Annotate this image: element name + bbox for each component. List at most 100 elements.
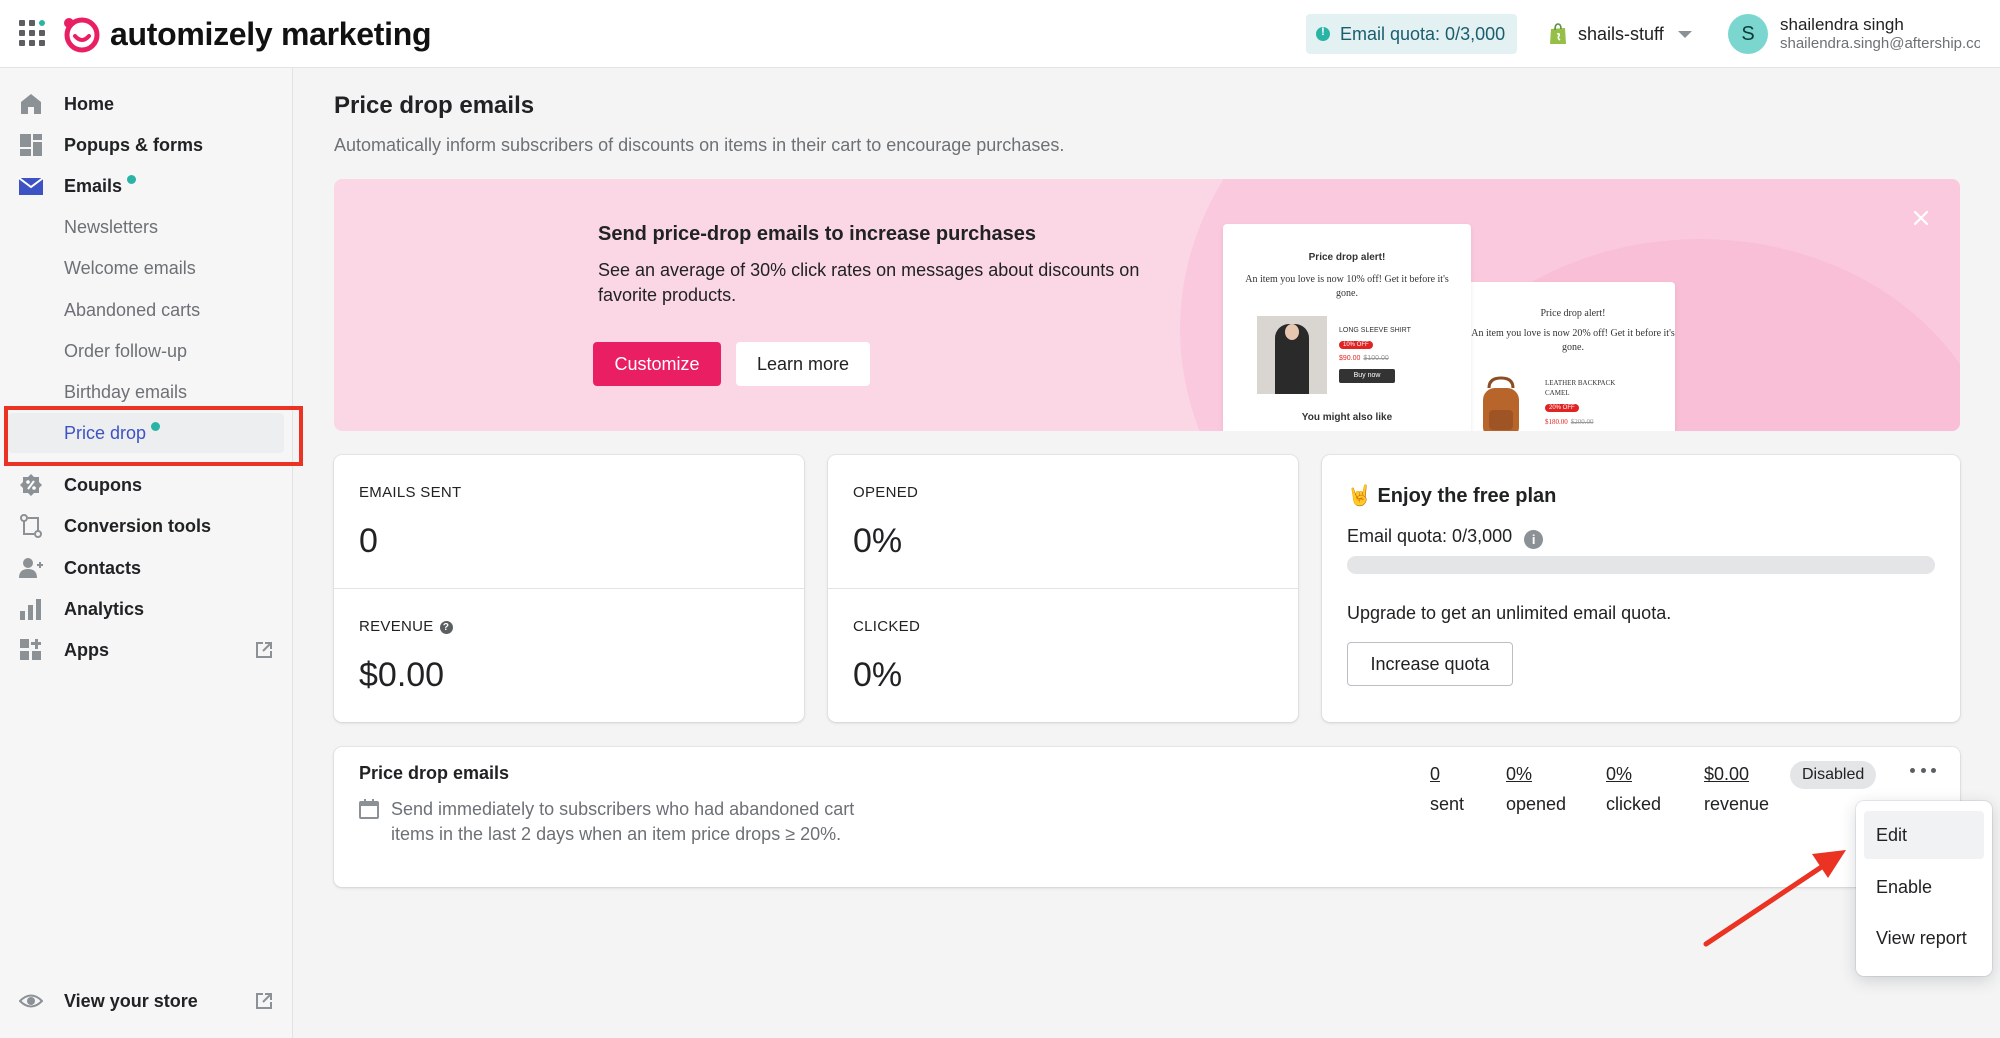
preview-text: An item you love is now 20% off! Get it … — [1471, 328, 1675, 353]
page-title: Price drop emails — [334, 92, 535, 119]
sidebar-item-apps[interactable]: Apps — [0, 632, 293, 668]
external-link-icon — [256, 993, 272, 1009]
sidebar-item-emails[interactable]: Emails — [0, 168, 293, 204]
preview-buy-button: Buy now — [1339, 369, 1395, 383]
clicked-label: CLICKED — [853, 618, 921, 635]
stats-card-opened-clicked: OPENED 0% CLICKED 0% — [828, 455, 1298, 722]
metric-value[interactable]: 0% — [1606, 763, 1661, 785]
sidebar-item-contacts[interactable]: Contacts — [0, 550, 293, 586]
store-switcher[interactable]: shails-stuff — [1548, 20, 1692, 48]
sidebar-subitem-birthday-emails[interactable]: Birthday emails — [0, 374, 293, 410]
sidebar-subitem-label: Birthday emails — [64, 381, 188, 402]
backpack-image — [1483, 376, 1519, 431]
revenue-label: REVENUE? — [359, 618, 453, 635]
sidebar-item-view-store[interactable]: View your store — [0, 983, 293, 1019]
sidebar-item-coupons[interactable]: Coupons — [0, 467, 293, 503]
apps-icon — [20, 639, 41, 660]
menu-item-edit[interactable]: Edit — [1864, 811, 1984, 859]
chevron-down-icon — [1677, 30, 1692, 38]
promo-banner: Send price-drop emails to increase purch… — [334, 179, 1960, 431]
brand-logo[interactable]: automizely marketing — [62, 14, 432, 54]
menu-item-enable[interactable]: Enable — [1864, 863, 1984, 911]
calendar-icon — [359, 799, 379, 819]
emails-sent-value: 0 — [359, 522, 378, 560]
metric-revenue[interactable]: $0.00 revenue — [1704, 763, 1769, 815]
app-switcher-icon[interactable] — [19, 20, 45, 46]
email-quota-badge[interactable]: Email quota: 0/3,000 — [1306, 14, 1518, 54]
flow-title[interactable]: Price drop emails — [359, 763, 509, 784]
sidebar-item-label: Home — [64, 93, 115, 114]
free-plan-card: 🤘 Enjoy the free plan Email quota: 0/3,0… — [1322, 455, 1960, 722]
coupon-icon — [20, 474, 42, 496]
eye-icon — [19, 994, 43, 1008]
close-icon[interactable] — [1912, 209, 1930, 227]
revenue-value: $0.00 — [359, 656, 445, 694]
sidebar-item-home[interactable]: Home — [0, 86, 293, 122]
brand-logo-icon — [64, 17, 100, 53]
sidebar-item-analytics[interactable]: Analytics — [0, 591, 293, 627]
customize-button[interactable]: Customize — [593, 342, 721, 386]
home-icon — [21, 94, 41, 114]
upgrade-text: Upgrade to get an unlimited email quota. — [1347, 603, 1672, 623]
sidebar-subitem-order-follow-up[interactable]: Order follow-up — [0, 333, 293, 369]
plan-quota-label: Email quota: 0/3,000 i — [1347, 526, 1544, 549]
sidebar-subitem-abandoned-carts[interactable]: Abandoned carts — [0, 292, 293, 328]
opened-value: 0% — [853, 522, 903, 560]
metric-value[interactable]: 0% — [1506, 763, 1566, 785]
more-actions-icon[interactable] — [1910, 763, 1936, 777]
discount-tag: 20% OFF — [1545, 404, 1579, 412]
metric-value[interactable]: $0.00 — [1704, 763, 1769, 785]
annotation-highlight-box — [4, 406, 303, 466]
sidebar-item-conversion-tools[interactable]: Conversion tools — [0, 508, 293, 544]
metric-label: sent — [1430, 794, 1465, 814]
flow-description: Send immediately to subscribers who had … — [391, 799, 855, 844]
opened-label: OPENED — [853, 484, 919, 501]
shopify-bag-icon — [1550, 23, 1566, 44]
brand-name: automizely marketing — [110, 15, 432, 52]
sidebar-subitem-label: Order follow-up — [64, 340, 188, 361]
page-subtitle: Automatically inform subscribers of disc… — [334, 135, 1065, 155]
email-preview-1: Price drop alert! An item you love is no… — [1223, 224, 1471, 431]
preview-footer: You might also like — [1301, 412, 1393, 423]
banner-text: See an average of 30% click rates on mes… — [598, 260, 1140, 305]
top-header: automizely marketing Email quota: 0/3,00… — [0, 0, 2000, 68]
emails-sent-label: EMAILS SENT — [359, 484, 462, 501]
email-preview-2: Price drop alert! An item you love is no… — [1471, 282, 1675, 431]
metric-opened[interactable]: 0% opened — [1506, 763, 1566, 815]
rock-hand-icon: 🤘 — [1347, 485, 1372, 507]
divider — [828, 588, 1298, 589]
preview-text: An item you love is now 10% off! Get it … — [1245, 274, 1449, 299]
contacts-icon — [19, 558, 43, 578]
sidebar-item-label: Contacts — [64, 557, 142, 578]
metric-sent[interactable]: 0 sent — [1430, 763, 1464, 815]
email-quota-label: Email quota: 0/3,000 — [1340, 23, 1506, 44]
preview-title: Price drop alert! — [1540, 308, 1606, 319]
external-link-icon — [256, 642, 272, 658]
preview-product-name: LEATHER BACKPACK CAMEL — [1545, 379, 1616, 397]
popups-icon — [20, 134, 42, 156]
annotation-arrow-icon — [1703, 850, 1846, 947]
sidebar-item-popups[interactable]: Popups & forms — [0, 127, 293, 163]
learn-more-button[interactable]: Learn more — [736, 342, 870, 386]
banner-title: Send price-drop emails to increase purch… — [598, 223, 1036, 245]
status-badge: Disabled — [1790, 761, 1877, 789]
info-icon[interactable]: i — [1524, 530, 1544, 549]
sidebar-subitem-newsletters[interactable]: Newsletters — [0, 209, 293, 245]
discount-tag: 10% OFF — [1339, 341, 1373, 349]
sidebar-item-label: Emails — [64, 174, 137, 197]
sidebar-subitem-label: Newsletters — [64, 216, 159, 237]
divider — [334, 588, 804, 589]
sidebar-subitem-welcome-emails[interactable]: Welcome emails — [0, 250, 293, 286]
increase-quota-button[interactable]: Increase quota — [1347, 642, 1513, 686]
quota-progress-bar — [1347, 556, 1935, 574]
user-name: shailendra singh — [1780, 15, 1904, 34]
info-icon — [1316, 26, 1330, 41]
menu-item-view-report[interactable]: View report — [1864, 914, 1984, 962]
metric-clicked[interactable]: 0% clicked — [1606, 763, 1661, 815]
preview-product-name: LONG SLEEVE SHIRT — [1339, 327, 1411, 334]
help-icon[interactable]: ? — [439, 621, 453, 634]
analytics-icon — [20, 599, 41, 620]
user-menu[interactable]: S shailendra singh shailendra.singh@afte… — [1728, 14, 1980, 54]
preview-price: $90.00 $100.00 — [1339, 355, 1389, 362]
metric-value[interactable]: 0 — [1430, 763, 1464, 785]
